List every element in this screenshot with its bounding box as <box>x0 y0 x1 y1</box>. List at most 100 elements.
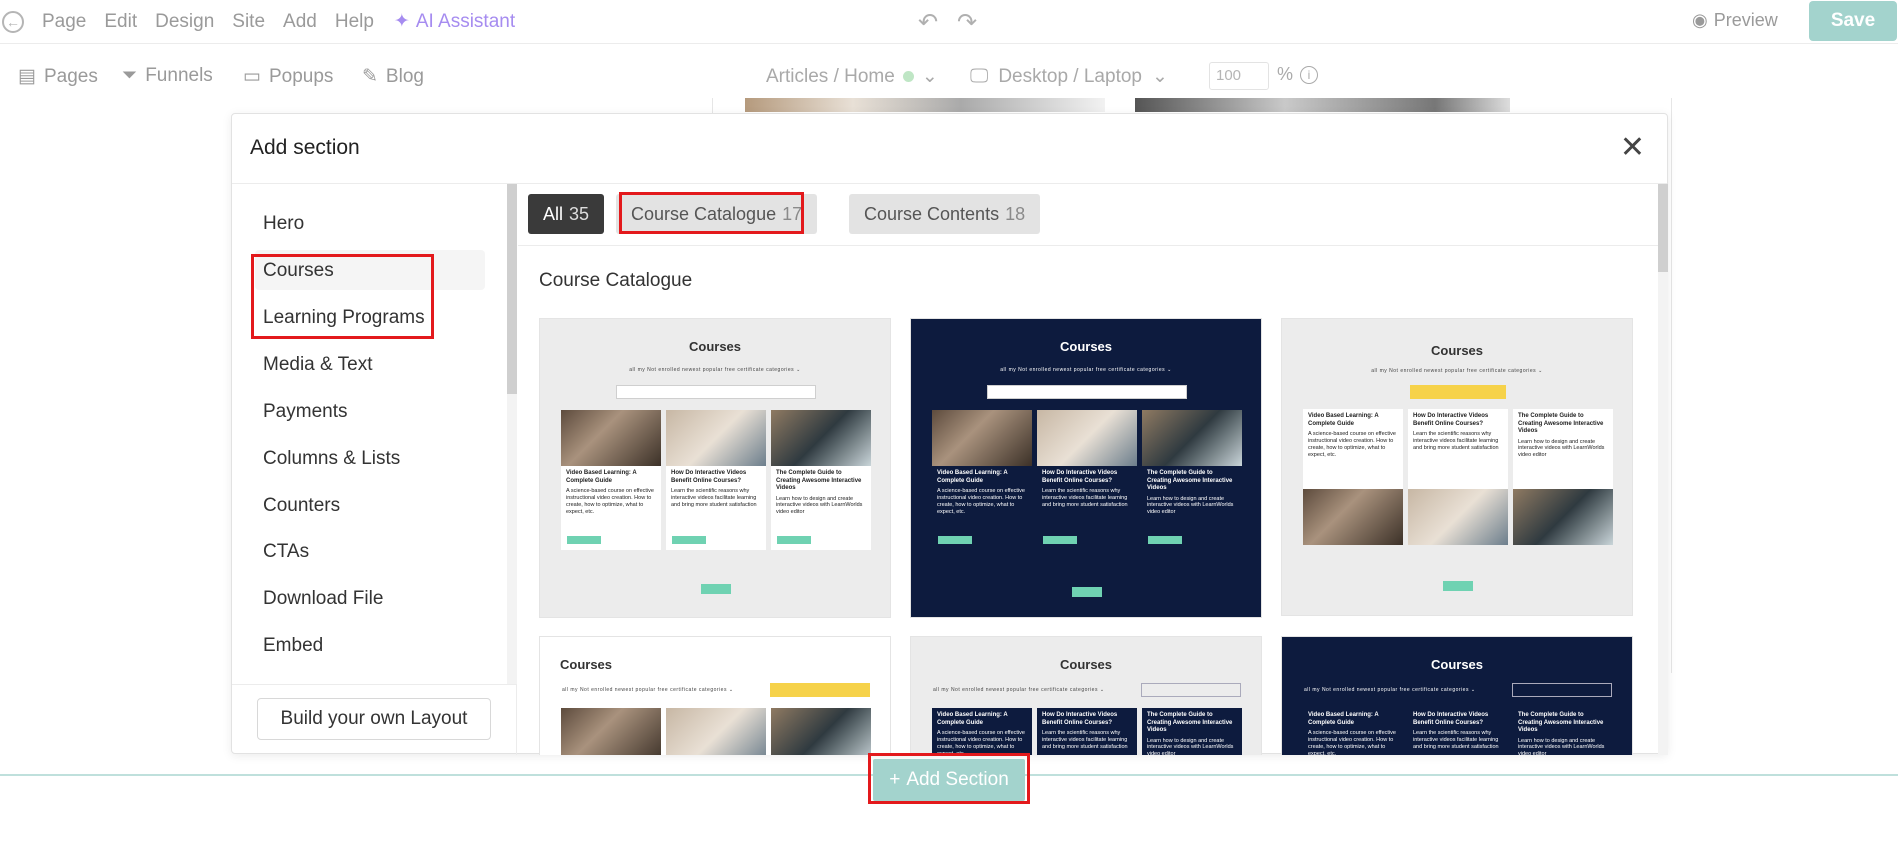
category-payments[interactable]: Payments <box>263 401 347 423</box>
category-list: Hero Courses Learning Programs Media & T… <box>232 184 507 684</box>
course-title: How Do Interactive Videos Benefit Online… <box>1042 712 1118 726</box>
template-search <box>1512 683 1612 697</box>
category-hero[interactable]: Hero <box>263 213 304 235</box>
status-dot-icon <box>902 71 914 82</box>
course-desc: Learn the scientific reasons why interac… <box>1042 730 1128 750</box>
category-counters[interactable]: Counters <box>263 495 340 517</box>
course-desc: Learn the scientific reasons why interac… <box>671 488 757 508</box>
course-thumbnail <box>1513 489 1613 545</box>
sparkle-icon: ✦ <box>393 11 410 32</box>
preview-label: Preview <box>1713 10 1778 30</box>
menu-help[interactable]: Help <box>335 11 374 33</box>
template-card[interactable]: Courses all my Not enrolled newest popul… <box>539 636 891 755</box>
tab-course-contents[interactable]: Course Contents 18 <box>849 194 1041 234</box>
add-section-button[interactable]: + Add Section <box>873 759 1025 801</box>
tab-count: 17 <box>782 203 803 224</box>
category-columns-lists[interactable]: Columns & Lists <box>263 448 400 470</box>
course-desc: Learn how to design and create interacti… <box>1147 737 1234 756</box>
template-card[interactable]: Courses all my Not enrolled newest popul… <box>910 636 1262 755</box>
funnels-button[interactable]: ⏷ Funnels <box>122 65 213 87</box>
funnel-icon: ⏷ <box>122 65 138 86</box>
scrollbar-thumb[interactable] <box>1658 184 1668 272</box>
menu-edit[interactable]: Edit <box>104 11 137 33</box>
zoom-input[interactable]: 100 <box>1209 62 1269 90</box>
enroll-button <box>1148 536 1182 544</box>
course-desc: Learn the scientific reasons why interac… <box>1413 730 1499 750</box>
blog-icon: ✎ <box>362 66 378 87</box>
popups-button[interactable]: ▭ Popups <box>243 65 333 88</box>
load-more-button <box>1443 581 1473 591</box>
course-thumbnail <box>666 410 766 466</box>
redo-icon[interactable]: ↷ <box>957 8 977 37</box>
category-sidebar: Hero Courses Learning Programs Media & T… <box>232 184 517 755</box>
template-heading: Courses <box>1059 339 1113 354</box>
blog-button[interactable]: ✎ Blog <box>362 65 424 88</box>
top-toolbar: ← Page Edit Design Site Add Help ✦ AI As… <box>0 0 1898 44</box>
course-thumbnail <box>771 410 871 466</box>
add-section-label: Add Section <box>906 769 1009 790</box>
ai-assistant-button[interactable]: ✦ AI Assistant <box>394 10 515 33</box>
scrollbar-thumb[interactable] <box>507 184 517 394</box>
tab-course-catalogue[interactable]: Course Catalogue 17 <box>616 194 818 234</box>
template-card[interactable]: Courses all my Not enrolled newest popul… <box>539 318 891 618</box>
monitor-icon: 🖵 <box>970 65 989 87</box>
dialog-header: Add section ✕ <box>232 114 1667 184</box>
category-courses[interactable]: Courses <box>263 260 334 282</box>
back-icon[interactable]: ← <box>2 10 24 33</box>
undo-icon[interactable]: ↶ <box>918 8 938 37</box>
template-card[interactable]: Courses all my Not enrolled newest popul… <box>1281 636 1633 755</box>
category-download-file[interactable]: Download File <box>263 588 383 610</box>
course-title: How Do Interactive Videos Benefit Online… <box>1413 413 1489 427</box>
enroll-button <box>938 536 972 544</box>
save-button[interactable]: Save <box>1809 1 1897 41</box>
course-thumbnail <box>771 708 871 755</box>
template-card[interactable]: Courses all my Not enrolled newest popul… <box>910 318 1262 618</box>
content-scrollbar[interactable] <box>1658 184 1668 755</box>
sidebar-footer: Build your own Layout <box>232 684 517 755</box>
template-course-card: How Do Interactive Videos Benefit Online… <box>1408 708 1508 755</box>
course-thumbnail <box>1303 489 1403 545</box>
course-title: Video Based Learning: A Complete Guide <box>937 470 1008 484</box>
category-learning-programs[interactable]: Learning Programs <box>263 307 425 329</box>
menu-site[interactable]: Site <box>232 11 265 33</box>
add-section-dialog: Add section ✕ Hero Courses Learning Prog… <box>231 113 1668 755</box>
category-embed[interactable]: Embed <box>263 635 323 657</box>
template-course-card: Video Based Learning: A Complete Guide A … <box>561 410 661 550</box>
page-icon: ▤ <box>18 66 36 87</box>
template-filters: all my Not enrolled newest popular free … <box>629 367 801 373</box>
course-thumbnail <box>561 708 661 755</box>
preview-button[interactable]: ◉ Preview <box>1692 10 1778 31</box>
template-card[interactable]: Courses all my Not enrolled newest popul… <box>1281 318 1633 616</box>
menu-add[interactable]: Add <box>283 11 317 33</box>
device-selector[interactable]: 🖵 Desktop / Laptop ⌄ <box>970 65 1168 88</box>
course-title: Video Based Learning: A Complete Guide <box>566 470 637 484</box>
pages-button[interactable]: ▤ Pages <box>18 65 98 88</box>
group-title: Course Catalogue <box>539 270 693 291</box>
template-heading: Courses <box>1059 657 1113 672</box>
course-desc: A science-based course on effective inst… <box>1308 431 1396 458</box>
menu-page[interactable]: Page <box>42 11 86 33</box>
menu-design[interactable]: Design <box>155 11 214 33</box>
course-title: The Complete Guide to Creating Awesome I… <box>1147 712 1233 733</box>
tab-all[interactable]: All 35 <box>528 194 605 234</box>
info-icon[interactable]: i <box>1300 66 1318 84</box>
plus-icon: + <box>889 769 901 790</box>
template-heading: Courses <box>1430 343 1484 358</box>
course-thumbnail <box>1037 410 1137 466</box>
load-more-button <box>1072 587 1102 597</box>
category-media-text[interactable]: Media & Text <box>263 354 372 376</box>
page-breadcrumb[interactable]: Articles / Home ⌄ <box>766 65 938 88</box>
tab-label: Course Catalogue <box>631 203 777 224</box>
template-course-card: How Do Interactive Videos Benefit Online… <box>666 410 766 550</box>
category-ctas[interactable]: CTAs <box>263 541 309 563</box>
course-desc: Learn how to design and create interacti… <box>1518 737 1605 756</box>
course-title: How Do Interactive Videos Benefit Online… <box>671 470 747 484</box>
course-desc: A science-based course on effective inst… <box>566 488 654 515</box>
course-desc: A science-based course on effective inst… <box>1308 730 1396 755</box>
sidebar-scrollbar[interactable] <box>507 184 517 684</box>
close-icon[interactable]: ✕ <box>1620 133 1645 163</box>
build-own-layout-button[interactable]: Build your own Layout <box>257 698 491 740</box>
course-title: How Do Interactive Videos Benefit Online… <box>1413 712 1489 726</box>
templates-panel: All 35 Course Catalogue 17 Course Contents… <box>518 184 1668 755</box>
ai-assistant-label: AI Assistant <box>415 10 516 32</box>
